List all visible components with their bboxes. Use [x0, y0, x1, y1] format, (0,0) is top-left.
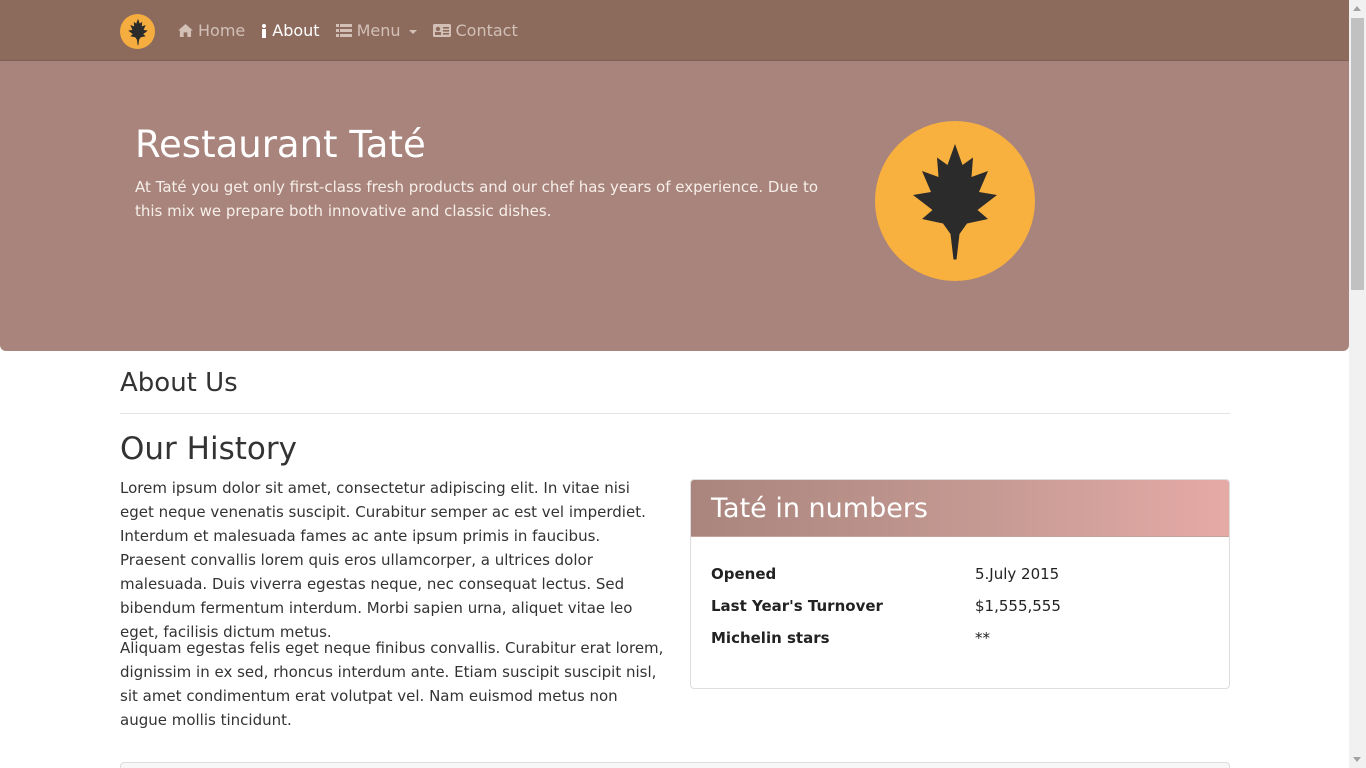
nav-menu-dropdown[interactable]: Menu: [335, 21, 417, 40]
hero-logo: [875, 121, 1035, 281]
numbers-panel-title: Taté in numbers: [711, 492, 928, 524]
stat-value: **: [975, 629, 990, 647]
brand-logo[interactable]: [120, 14, 155, 49]
stat-value: 5.July 2015: [975, 565, 1060, 583]
stat-label: Last Year's Turnover: [711, 597, 883, 615]
numbers-table: Opened 5.July 2015 Last Year's Turnover …: [711, 558, 1211, 654]
vertical-scrollbar[interactable]: [1349, 0, 1366, 768]
chevron-down-icon: [408, 29, 417, 34]
contact-card-icon: [432, 24, 451, 37]
section-divider: [120, 413, 1230, 414]
info-icon: [261, 23, 267, 38]
page-title: About Us: [120, 368, 238, 398]
stat-value: $1,555,555: [975, 597, 1061, 615]
hero-title: Restaurant Taté: [135, 123, 426, 166]
hero-description: At Taté you get only first-class fresh p…: [135, 178, 819, 220]
table-row: Michelin stars **: [711, 622, 1211, 654]
history-paragraph: Lorem ipsum dolor sit amet, consectetur …: [120, 479, 646, 641]
history-paragraph: Aliquam egestas felis eget neque finibus…: [120, 639, 664, 729]
home-icon: [178, 24, 193, 37]
numbers-panel: Taté in numbers Opened 5.July 2015 Last …: [690, 479, 1230, 689]
stat-label: Michelin stars: [711, 629, 830, 647]
nav-menu-label: Menu: [356, 21, 401, 40]
history-heading: Our History: [120, 431, 297, 467]
stat-label: Opened: [711, 565, 777, 583]
scroll-up-icon[interactable]: [1353, 6, 1361, 11]
nav-contact-label: Contact: [455, 21, 518, 40]
main-nav: Home About Menu Contact: [178, 0, 534, 61]
list-icon: [335, 24, 352, 37]
navbar: Home About Menu Contact: [0, 0, 1349, 61]
nav-home-label: Home: [198, 21, 246, 40]
nav-about[interactable]: About: [261, 21, 320, 40]
scrollbar-thumb[interactable]: [1351, 18, 1364, 290]
nav-about-label: About: [272, 21, 320, 40]
leaf-icon: [127, 18, 148, 45]
table-row: Opened 5.July 2015: [711, 558, 1211, 590]
scroll-down-icon[interactable]: [1353, 757, 1361, 762]
numbers-panel-header: Taté in numbers: [691, 480, 1229, 537]
table-row: Last Year's Turnover $1,555,555: [711, 590, 1211, 622]
leaf-icon: [913, 144, 997, 260]
nav-home[interactable]: Home: [178, 21, 245, 40]
nav-contact[interactable]: Contact: [432, 21, 518, 40]
next-section-box: [120, 762, 1230, 768]
hero-banner: Restaurant Taté At Taté you get only fir…: [0, 61, 1349, 351]
